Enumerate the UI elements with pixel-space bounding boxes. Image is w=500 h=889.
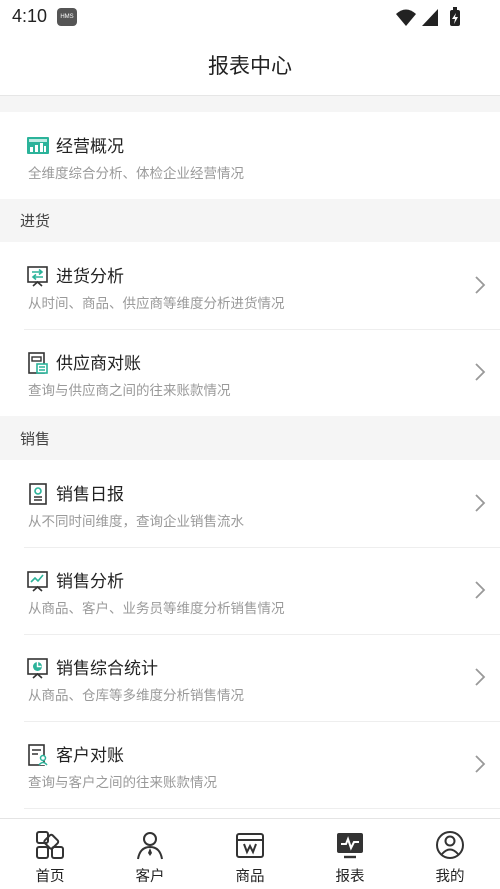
supplier-reconciliation-title: 供应商对账 — [56, 354, 141, 374]
profile-user-icon — [436, 831, 464, 859]
tab-bar: 首页 客户 商品 报表 我的 — [0, 818, 500, 889]
wifi-icon — [396, 9, 416, 26]
sales-comprehensive-stats-desc: 从商品、仓库等多维度分析销售情况 — [28, 688, 244, 704]
hms-badge: HMS — [57, 8, 77, 26]
tab-products[interactable]: 商品 — [200, 819, 300, 889]
sales-card: 销售日报 从不同时间维度，查询企业销售流水 销售分析 从商品、客户、业务员等维度… — [0, 460, 500, 818]
tab-products-label: 商品 — [235, 869, 265, 885]
tab-reports-label: 报表 — [335, 869, 365, 885]
sales-analysis-title: 销售分析 — [56, 572, 124, 592]
section-label-purchase: 进货 — [20, 212, 51, 230]
page-title: 报表中心 — [208, 54, 292, 78]
customer-reconciliation-icon — [28, 744, 48, 766]
list-item-sales-analysis[interactable]: 销售分析 从商品、客户、业务员等维度分析销售情况 — [0, 547, 500, 634]
sales-analysis-icon — [27, 571, 48, 592]
signal-icon — [422, 9, 438, 26]
list-item-sales-comprehensive-stats[interactable]: 销售综合统计 从商品、仓库等多维度分析销售情况 — [0, 634, 500, 721]
sales-daily-report-icon — [29, 483, 47, 505]
customer-reconciliation-title: 客户对账 — [56, 746, 124, 766]
business-overview-icon — [27, 137, 49, 154]
overview-row[interactable]: 经营概况 全维度综合分析、体检企业经营情况 — [0, 112, 500, 199]
list-item-supplier-reconciliation[interactable]: 供应商对账 查询与供应商之间的往来账款情况 — [0, 329, 500, 416]
supplier-reconciliation-desc: 查询与供应商之间的往来账款情况 — [28, 383, 231, 399]
nav-bar: 报表中心 — [0, 34, 500, 96]
sales-daily-report-title: 销售日报 — [56, 485, 124, 505]
purchase-analysis-icon — [27, 266, 48, 287]
product-box-icon — [236, 833, 264, 858]
customer-person-icon — [137, 832, 163, 860]
home-grid-icon — [36, 831, 64, 859]
customer-reconciliation-desc: 查询与客户之间的往来账款情况 — [28, 775, 217, 791]
chevron-right-icon — [475, 755, 486, 773]
status-icons — [396, 7, 460, 26]
purchase-analysis-desc: 从时间、商品、供应商等维度分析进货情况 — [28, 296, 285, 312]
tab-home-label: 首页 — [35, 869, 65, 885]
list-item-purchase-analysis[interactable]: 进货分析 从时间、商品、供应商等维度分析进货情况 — [0, 242, 500, 329]
chevron-right-icon — [475, 494, 486, 512]
tab-profile-label: 我的 — [435, 869, 465, 885]
list-item-customer-reconciliation[interactable]: 客户对账 查询与客户之间的往来账款情况 — [0, 721, 500, 808]
sales-comprehensive-stats-title: 销售综合统计 — [56, 659, 158, 679]
sales-comprehensive-stats-icon — [27, 658, 48, 679]
status-time: 4:10 — [12, 6, 48, 26]
sales-daily-report-desc: 从不同时间维度，查询企业销售流水 — [28, 514, 244, 530]
report-monitor-icon — [337, 833, 363, 859]
tab-home[interactable]: 首页 — [0, 819, 100, 889]
chevron-right-icon — [475, 668, 486, 686]
chevron-right-icon — [475, 276, 486, 294]
list-item-sales-daily-report[interactable]: 销售日报 从不同时间维度，查询企业销售流水 — [0, 460, 500, 547]
overview-title: 经营概况 — [56, 137, 124, 157]
overview-desc: 全维度综合分析、体检企业经营情况 — [28, 166, 244, 182]
tab-customers[interactable]: 客户 — [100, 819, 200, 889]
purchase-card: 进货分析 从时间、商品、供应商等维度分析进货情况 供应商对账 查询与供应商之间的… — [0, 242, 500, 416]
section-label-sales: 销售 — [20, 430, 51, 448]
chevron-right-icon — [475, 581, 486, 599]
tab-customers-label: 客户 — [135, 869, 165, 885]
supplier-reconciliation-icon — [28, 352, 48, 374]
divider — [24, 808, 500, 809]
status-bar: 4:10 HMS — [0, 0, 500, 34]
purchase-analysis-title: 进货分析 — [56, 267, 124, 287]
sales-analysis-desc: 从商品、客户、业务员等维度分析销售情况 — [28, 601, 285, 617]
tab-profile[interactable]: 我的 — [400, 819, 500, 889]
battery-icon — [450, 7, 460, 26]
overview-card: 经营概况 全维度综合分析、体检企业经营情况 — [0, 112, 500, 199]
tab-reports[interactable]: 报表 — [300, 819, 400, 889]
chevron-right-icon — [475, 363, 486, 381]
